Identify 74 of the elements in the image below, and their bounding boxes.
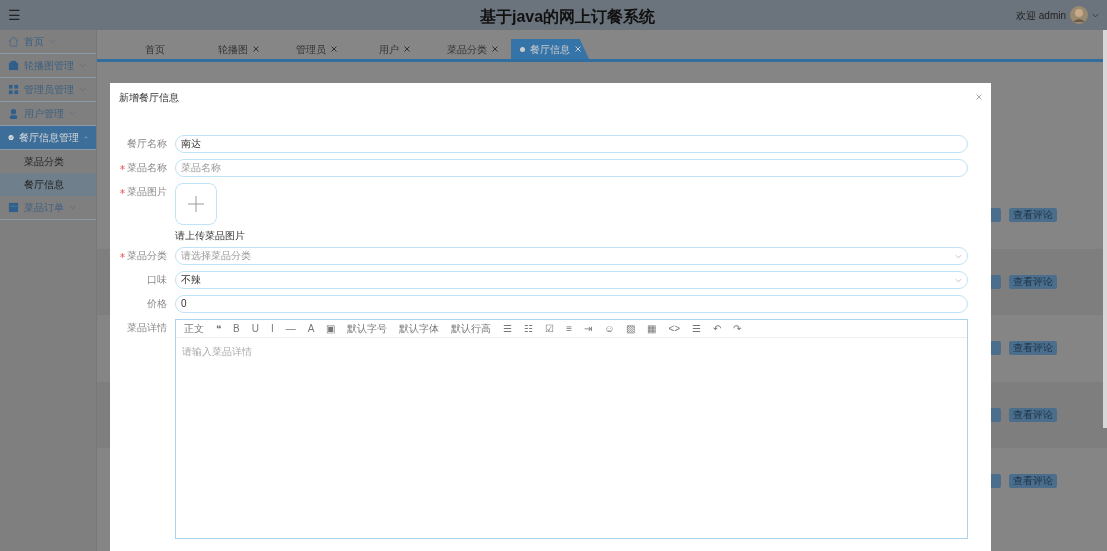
toolbar-button[interactable]: 正文 bbox=[184, 323, 204, 334]
chevron-icon bbox=[69, 205, 76, 210]
view-comments-button[interactable]: 查看评论 bbox=[1009, 274, 1057, 289]
submenu-item[interactable]: 菜品分类 bbox=[0, 150, 96, 173]
toolbar-button[interactable]: ▦ bbox=[647, 323, 657, 334]
toolbar-button[interactable]: ☰ bbox=[503, 323, 513, 334]
dot-icon bbox=[519, 46, 525, 52]
view-comments-button[interactable]: 查看评论 bbox=[1009, 341, 1057, 356]
toolbar-button[interactable]: 默认字号 bbox=[347, 323, 388, 334]
user-icon bbox=[8, 108, 19, 119]
tab[interactable]: 管理员 bbox=[277, 39, 355, 59]
sidebar-item[interactable]: 餐厅信息管理 bbox=[0, 126, 96, 150]
toolbar-button[interactable]: B bbox=[233, 323, 240, 334]
chevron-icon bbox=[955, 277, 962, 283]
field-label: 菜品图片 bbox=[127, 187, 167, 197]
submenu-item[interactable]: 餐厅信息 bbox=[0, 173, 96, 196]
field-label: 餐厅名称 bbox=[127, 139, 167, 149]
chevron-icon bbox=[79, 63, 86, 68]
home-icon bbox=[8, 36, 19, 47]
table-icon bbox=[8, 202, 19, 213]
close-icon[interactable] bbox=[491, 46, 498, 52]
upload-hint: 请上传菜品图片 bbox=[175, 231, 245, 241]
view-comments-button[interactable]: 查看评论 bbox=[1009, 474, 1057, 489]
field-label: 菜品名称 bbox=[127, 163, 167, 173]
chevron-icon bbox=[1092, 12, 1099, 18]
grid-icon bbox=[8, 84, 19, 95]
toolbar-button[interactable]: ☷ bbox=[524, 323, 534, 334]
toolbar-button[interactable]: ☰ bbox=[692, 323, 702, 334]
rich-text-editor[interactable]: 正文 ❝ B U I — A ▣ 默认字号 默认字体 默认行高 ☰ ☷ ☑ ≡ ⇥ ☺ ▨ ▦ <> ☰ ↶ ↷ 请输入菜品详情 bbox=[175, 319, 968, 539]
tab[interactable]: 首页 bbox=[121, 39, 199, 59]
tab[interactable]: 用户 bbox=[355, 39, 433, 59]
tab[interactable]: 餐厅信息 bbox=[511, 39, 589, 59]
editor-placeholder: 请输入菜品详情 bbox=[181, 345, 253, 359]
toolbar-button[interactable]: ≡ bbox=[566, 323, 573, 334]
close-icon[interactable] bbox=[976, 94, 982, 100]
chevron-icon bbox=[955, 253, 962, 259]
toolbar-button[interactable]: ↷ bbox=[733, 323, 742, 334]
view-comments-button[interactable]: 查看评论 bbox=[1009, 208, 1057, 223]
dialog-title: 新增餐厅信息 bbox=[119, 90, 179, 105]
toolbar-button[interactable]: A bbox=[307, 323, 315, 334]
check-circle-icon bbox=[8, 132, 15, 143]
toolbar-button[interactable]: ☺ bbox=[604, 323, 615, 334]
field-label: 价格 bbox=[147, 299, 167, 309]
folder-icon bbox=[8, 60, 19, 71]
view-comments-button[interactable]: 查看评论 bbox=[1009, 407, 1057, 422]
app-title: 基于java的网上订餐系统 bbox=[480, 7, 656, 27]
scrollbar[interactable] bbox=[1103, 30, 1107, 428]
tab[interactable]: 轮播图 bbox=[199, 39, 277, 59]
toolbar-button[interactable]: ▨ bbox=[626, 323, 636, 334]
toolbar-button[interactable]: <> bbox=[668, 323, 681, 334]
close-icon[interactable] bbox=[252, 46, 259, 52]
toolbar-button[interactable]: 默认字体 bbox=[399, 323, 440, 334]
welcome-text: 欢迎 admin bbox=[1016, 8, 1066, 23]
toolbar-button[interactable]: ↶ bbox=[713, 323, 722, 334]
avatar-icon[interactable] bbox=[1070, 6, 1088, 24]
field-label: 菜品分类 bbox=[127, 251, 167, 261]
toolbar-button[interactable]: 默认行高 bbox=[451, 323, 492, 334]
field-label: 菜品详情 bbox=[127, 323, 167, 333]
tab[interactable]: 菜品分类 bbox=[433, 39, 511, 59]
toolbar-button[interactable]: U bbox=[251, 323, 259, 334]
toolbar-button[interactable]: ❝ bbox=[216, 323, 221, 334]
plus-icon bbox=[188, 196, 204, 212]
toolbar-button[interactable]: I bbox=[270, 323, 274, 334]
toolbar-button[interactable]: — bbox=[285, 323, 296, 334]
close-icon[interactable] bbox=[403, 46, 410, 52]
upload-button[interactable] bbox=[175, 183, 217, 225]
chevron-icon bbox=[79, 87, 86, 92]
chevron-icon bbox=[49, 39, 56, 44]
toolbar-button[interactable]: ☑ bbox=[545, 323, 555, 334]
chevron-icon bbox=[69, 111, 76, 116]
field-label: 口味 bbox=[147, 275, 167, 285]
toolbar-button[interactable]: ⇥ bbox=[584, 323, 593, 334]
toolbar-button[interactable]: ▣ bbox=[326, 323, 336, 334]
close-icon[interactable] bbox=[330, 46, 337, 52]
